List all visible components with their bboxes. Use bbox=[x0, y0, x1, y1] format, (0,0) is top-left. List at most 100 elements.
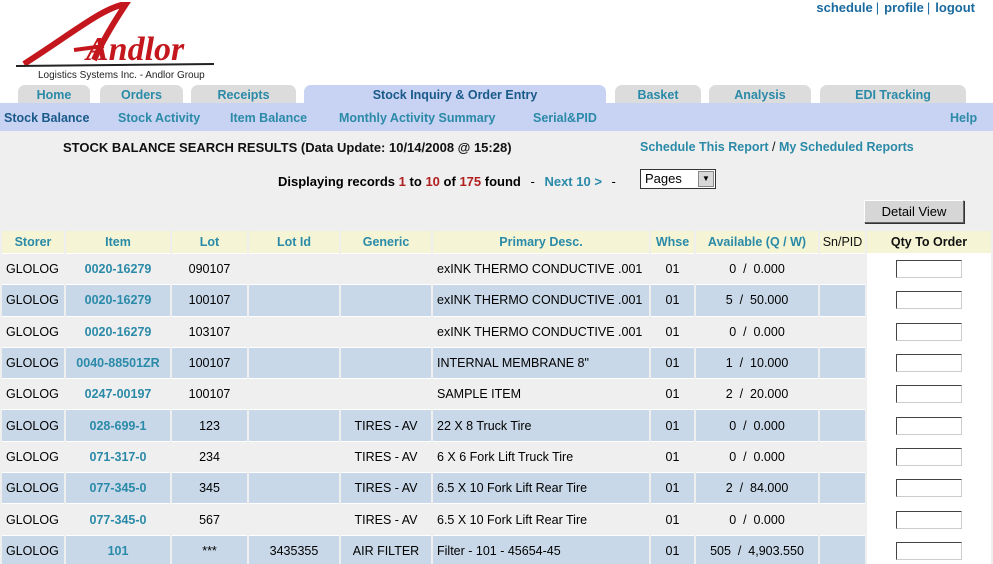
tab-analysis[interactable]: Analysis bbox=[709, 85, 811, 103]
tab-edi-tracking[interactable]: EDI Tracking bbox=[820, 85, 966, 103]
cell-storer: GLOLOG bbox=[2, 472, 64, 504]
qty-to-order-input[interactable] bbox=[896, 447, 962, 466]
cell-lot: 100107 bbox=[172, 346, 247, 379]
slash-separator: / bbox=[771, 140, 776, 154]
schedule-link[interactable]: schedule bbox=[816, 0, 872, 15]
cell-lot-id bbox=[249, 409, 339, 441]
tab-home[interactable]: Home bbox=[18, 85, 90, 103]
cell-qty-to-order bbox=[867, 440, 991, 473]
header-lot-id[interactable]: Lot Id bbox=[249, 231, 339, 253]
cell-sn-pid bbox=[820, 503, 865, 535]
cell-lot: 100107 bbox=[172, 284, 247, 316]
cell-qty-to-order bbox=[867, 503, 991, 535]
cell-item-link[interactable]: 077-345-0 bbox=[66, 472, 170, 504]
cell-qty-to-order bbox=[867, 315, 991, 347]
subnav-monthly-activity-summary[interactable]: Monthly Activity Summary bbox=[339, 111, 496, 125]
pages-select[interactable]: Pages ▼ bbox=[640, 169, 716, 189]
report-content: STOCK BALANCE SEARCH RESULTS (Data Updat… bbox=[0, 131, 993, 564]
cell-item-link[interactable]: 0040-88501ZR bbox=[66, 346, 170, 379]
cell-sn-pid bbox=[820, 440, 865, 473]
subnav-stock-activity[interactable]: Stock Activity bbox=[118, 111, 200, 125]
tab-basket[interactable]: Basket bbox=[615, 85, 701, 103]
profile-link[interactable]: profile bbox=[884, 0, 924, 15]
my-scheduled-reports-link[interactable]: My Scheduled Reports bbox=[779, 140, 914, 154]
paging-to-word: to bbox=[409, 174, 422, 189]
table-row: GLOLOG 077-345-0 567 TIRES - AV 6.5 X 10 For… bbox=[2, 503, 991, 535]
cell-item-link[interactable]: 101 bbox=[66, 534, 170, 564]
cell-item-link[interactable]: 028-699-1 bbox=[66, 409, 170, 441]
tab-stock-inquiry[interactable]: Stock Inquiry & Order Entry bbox=[304, 85, 606, 104]
report-title: STOCK BALANCE SEARCH RESULTS (Data Updat… bbox=[63, 140, 512, 155]
cell-item-link[interactable]: 071-317-0 bbox=[66, 440, 170, 473]
cell-generic: TIRES - AV bbox=[341, 409, 431, 441]
schedule-this-report-link[interactable]: Schedule This Report bbox=[640, 140, 769, 154]
cell-sn-pid bbox=[820, 253, 865, 285]
detail-view-button[interactable]: Detail View bbox=[864, 200, 964, 223]
cell-generic: AIR FILTER bbox=[341, 534, 431, 564]
cell-available: 2 / 20.000 bbox=[696, 378, 818, 410]
cell-lot: *** bbox=[172, 534, 247, 564]
next-10-link[interactable]: Next 10 > bbox=[544, 174, 601, 189]
cell-lot-id bbox=[249, 315, 339, 347]
chevron-down-icon[interactable]: ▼ bbox=[698, 171, 714, 187]
paging-of-word: of bbox=[443, 174, 456, 189]
subnav-serial-pid[interactable]: Serial&PID bbox=[533, 111, 597, 125]
cell-lot-id bbox=[249, 440, 339, 473]
table-row: GLOLOG 0020-16279 103107 exINK THERMO CONDU… bbox=[2, 315, 991, 347]
subnav-item-balance[interactable]: Item Balance bbox=[230, 111, 307, 125]
cell-item-link[interactable]: 0020-16279 bbox=[66, 253, 170, 285]
qty-to-order-input[interactable] bbox=[896, 510, 962, 529]
cell-storer: GLOLOG bbox=[2, 378, 64, 410]
cell-lot: 100107 bbox=[172, 378, 247, 410]
header-primary-desc[interactable]: Primary Desc. bbox=[433, 231, 649, 253]
qty-to-order-input[interactable] bbox=[896, 385, 962, 404]
cell-whse: 01 bbox=[651, 440, 694, 473]
cell-primary-desc: exINK THERMO CONDUCTIVE .001 bbox=[433, 315, 649, 347]
cell-item-link[interactable]: 0020-16279 bbox=[66, 315, 170, 347]
subnav-stock-balance[interactable]: Stock Balance bbox=[4, 111, 89, 125]
cell-qty-to-order bbox=[867, 253, 991, 285]
cell-storer: GLOLOG bbox=[2, 503, 64, 535]
cell-lot-id bbox=[249, 472, 339, 504]
cell-storer: GLOLOG bbox=[2, 346, 64, 379]
tab-orders[interactable]: Orders bbox=[100, 85, 183, 103]
qty-to-order-input[interactable] bbox=[896, 260, 962, 279]
header-item[interactable]: Item bbox=[66, 231, 170, 253]
cell-sn-pid bbox=[820, 378, 865, 410]
cell-whse: 01 bbox=[651, 284, 694, 316]
cell-lot-id: 3435355 bbox=[249, 534, 339, 564]
cell-sn-pid bbox=[820, 315, 865, 347]
cell-whse: 01 bbox=[651, 503, 694, 535]
table-row: GLOLOG 071-317-0 234 TIRES - AV 6 X 6 Fork L… bbox=[2, 440, 991, 473]
cell-item-link[interactable]: 077-345-0 bbox=[66, 503, 170, 535]
cell-item-link[interactable]: 0020-16279 bbox=[66, 284, 170, 316]
qty-to-order-input[interactable] bbox=[896, 541, 962, 560]
table-row: GLOLOG 0020-16279 100107 exINK THERMO CONDU… bbox=[2, 284, 991, 316]
paging-dash: - bbox=[530, 174, 535, 189]
qty-to-order-input[interactable] bbox=[896, 322, 962, 341]
top-links: schedule | profile | logout bbox=[816, 0, 975, 15]
tab-receipts[interactable]: Receipts bbox=[191, 85, 296, 103]
logout-link[interactable]: logout bbox=[935, 0, 975, 15]
qty-to-order-input[interactable] bbox=[896, 479, 962, 498]
cell-available: 2 / 84.000 bbox=[696, 472, 818, 504]
cell-sn-pid bbox=[820, 534, 865, 564]
separator: | bbox=[875, 0, 880, 15]
header-lot[interactable]: Lot bbox=[172, 231, 247, 253]
cell-qty-to-order bbox=[867, 409, 991, 441]
cell-item-link[interactable]: 0247-00197 bbox=[66, 378, 170, 410]
header-whse[interactable]: Whse bbox=[651, 231, 694, 253]
subnav-help[interactable]: Help bbox=[950, 111, 977, 125]
cell-lot: 090107 bbox=[172, 253, 247, 285]
stock-balance-table: Storer Item Lot Lot Id Generic Primary D… bbox=[0, 231, 993, 564]
header-available[interactable]: Available (Q / W) bbox=[696, 231, 818, 253]
header-storer[interactable]: Storer bbox=[2, 231, 64, 253]
qty-to-order-input[interactable] bbox=[896, 416, 962, 435]
header-generic[interactable]: Generic bbox=[341, 231, 431, 253]
cell-sn-pid bbox=[820, 284, 865, 316]
cell-storer: GLOLOG bbox=[2, 409, 64, 441]
qty-to-order-input[interactable] bbox=[896, 354, 962, 373]
cell-available: 0 / 0.000 bbox=[696, 503, 818, 535]
cell-sn-pid bbox=[820, 409, 865, 441]
qty-to-order-input[interactable] bbox=[896, 291, 962, 310]
